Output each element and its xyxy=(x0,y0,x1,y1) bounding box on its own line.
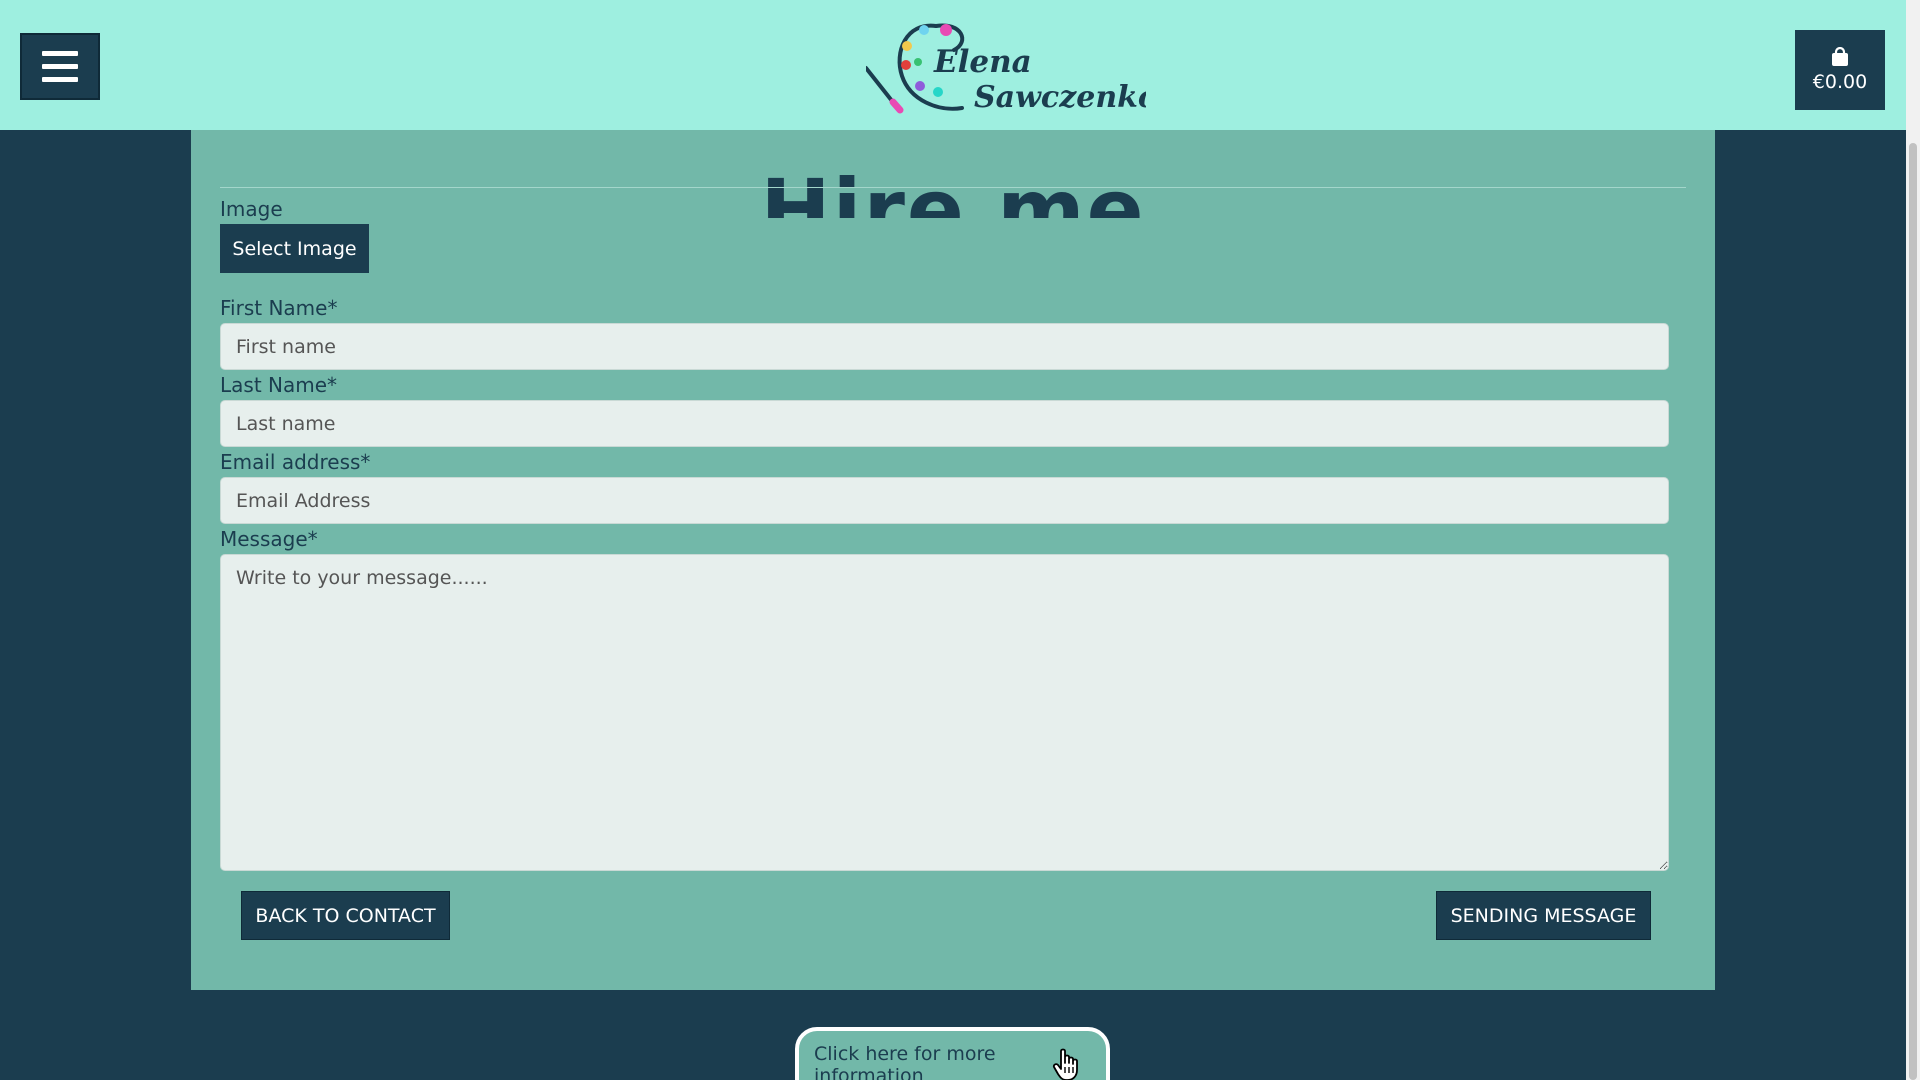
first-name-label: First Name* xyxy=(220,296,338,320)
menu-button[interactable] xyxy=(20,33,100,100)
last-name-field[interactable] xyxy=(220,400,1669,447)
site-logo[interactable]: Elena Sawczenko xyxy=(866,12,1146,120)
cart-button[interactable]: €0.00 xyxy=(1795,30,1885,110)
cart-total: €0.00 xyxy=(1812,71,1868,93)
image-label: Image xyxy=(220,197,283,221)
page-title: Hire me xyxy=(760,168,1146,218)
hire-me-form-panel: Hire me Image Select Image First Name* L… xyxy=(191,100,1715,990)
hand-pointer-icon xyxy=(1052,1048,1078,1080)
back-to-contact-button[interactable]: BACK TO CONTACT xyxy=(241,891,450,940)
hamburger-icon-bar xyxy=(42,51,78,56)
select-image-button[interactable]: Select Image xyxy=(220,224,369,273)
hamburger-icon-bar xyxy=(42,77,78,82)
brand-name-line1: Elena xyxy=(933,44,1032,80)
hamburger-icon-bar xyxy=(42,64,78,69)
shopping-bag-icon xyxy=(1832,47,1848,66)
email-field[interactable] xyxy=(220,477,1669,524)
email-label: Email address* xyxy=(220,450,371,474)
site-header: Elena Sawczenko €0.00 xyxy=(0,0,1906,130)
first-name-field[interactable] xyxy=(220,323,1669,370)
brand-name-line2: Sawczenko xyxy=(974,80,1146,115)
divider xyxy=(220,187,1686,188)
message-label: Message* xyxy=(220,527,318,551)
scrollbar-thumb[interactable] xyxy=(1909,143,1917,1080)
send-message-button[interactable]: SENDING MESSAGE xyxy=(1436,891,1651,940)
last-name-label: Last Name* xyxy=(220,373,338,397)
message-textarea[interactable] xyxy=(220,554,1669,871)
more-info-label: Click here for more information xyxy=(814,1043,996,1080)
